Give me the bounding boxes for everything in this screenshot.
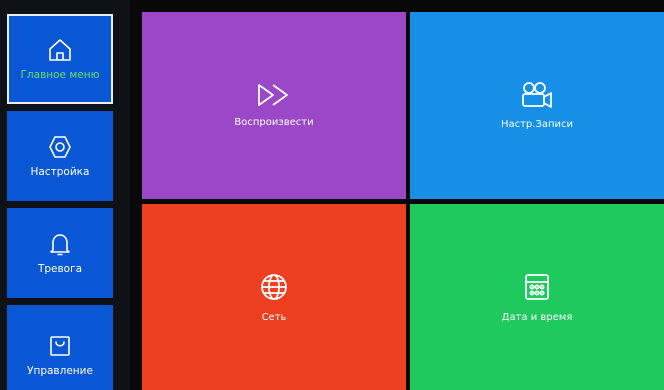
sidebar-item-main-menu[interactable]: Главное меню	[7, 14, 113, 104]
sidebar-item-settings[interactable]: Настройка	[7, 111, 113, 201]
tile-record-settings[interactable]: Настр.Записи	[410, 12, 664, 199]
fast-forward-icon	[258, 84, 288, 106]
tile-label: Сеть	[261, 311, 287, 323]
sidebar-item-label: Управление	[27, 365, 93, 377]
dvr-main-menu-screen: Главное меню Настройка Тревога Управлени…	[0, 0, 664, 390]
home-icon	[49, 39, 71, 61]
calendar-icon	[525, 273, 549, 300]
bell-icon	[50, 234, 70, 256]
sidebar-item-label: Главное меню	[20, 69, 100, 81]
bag-icon	[50, 336, 70, 356]
tile-date-time[interactable]: Дата и время	[410, 204, 664, 390]
video-camera-icon	[522, 82, 552, 108]
tile-label: Настр.Записи	[500, 119, 574, 130]
tile-label: Дата и время	[501, 311, 573, 323]
tile-label: Воспроизвести	[234, 117, 314, 128]
sidebar: Главное меню Настройка Тревога Управлени…	[0, 0, 130, 390]
sidebar-item-management[interactable]: Управление	[7, 305, 113, 390]
sidebar-item-label: Настройка	[30, 166, 90, 178]
tile-network[interactable]: Сеть	[142, 204, 406, 390]
settings-icon	[49, 136, 71, 158]
sidebar-item-label: Тревога	[37, 263, 83, 275]
tile-playback[interactable]: Воспроизвести	[142, 12, 406, 199]
sidebar-item-alarm[interactable]: Тревога	[7, 208, 113, 298]
globe-icon	[261, 273, 287, 300]
